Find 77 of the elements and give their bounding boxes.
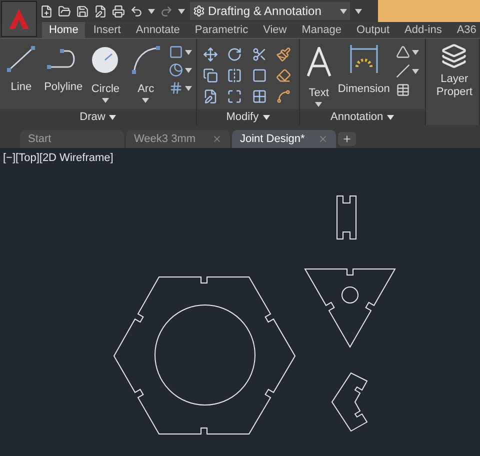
ribbon-tab[interactable]: Output [350, 22, 397, 38]
quick-access-icon[interactable] [40, 4, 53, 18]
panel-title[interactable]: Draw [80, 108, 106, 126]
document-tab[interactable]: Week3 3mm [126, 130, 230, 148]
caret-icon[interactable] [148, 8, 155, 14]
caret-icon[interactable] [109, 114, 116, 120]
tool-label[interactable]: Layer [440, 73, 468, 86]
tool-label[interactable]: Polyline [44, 79, 83, 96]
modify-tool-icon[interactable] [227, 89, 242, 104]
text-a-icon[interactable] [306, 47, 332, 77]
ribbon-tab[interactable]: A36 [450, 22, 480, 38]
redo-icon[interactable] [160, 4, 173, 18]
quick-access-icon[interactable] [112, 4, 125, 18]
workspace-dropdown[interactable]: Drafting & Annotation [190, 2, 350, 20]
caret-icon[interactable] [184, 50, 192, 54]
quick-access-icon[interactable] [94, 4, 107, 18]
tool-label[interactable]: Circle [91, 81, 120, 98]
modify-tool-icon[interactable] [203, 68, 218, 83]
app-logo-icon [8, 8, 30, 30]
tool-label[interactable]: Line [10, 79, 32, 96]
caret-icon[interactable] [387, 114, 394, 120]
caret-icon[interactable] [184, 68, 192, 72]
plus-icon [342, 134, 352, 144]
ribbon-tab[interactable]: Manage [294, 22, 349, 38]
draw-tool-icon[interactable] [168, 45, 183, 59]
modify-tool-icon[interactable] [276, 89, 292, 104]
quick-access-icon[interactable] [58, 4, 71, 18]
modify-tool-icon[interactable] [203, 89, 218, 104]
modify-tool-icon[interactable] [252, 68, 267, 83]
modify-tool-icon[interactable] [276, 68, 292, 83]
ribbon-tab[interactable]: Parametric [188, 22, 256, 38]
modify-tool-icon[interactable] [203, 47, 218, 62]
ribbon-tab[interactable]: View [256, 22, 294, 38]
tool-label[interactable]: Dimension [338, 81, 390, 98]
close-icon[interactable] [212, 134, 222, 144]
caret-icon[interactable] [178, 8, 185, 14]
modify-tool-icon[interactable] [276, 47, 292, 62]
caret-icon[interactable] [340, 8, 347, 14]
modify-tool-icon[interactable] [252, 47, 267, 62]
dimension-icon[interactable] [348, 43, 380, 75]
small-circle-hole [342, 286, 358, 304]
caret-icon[interactable] [262, 114, 270, 120]
ribbon-tab[interactable]: Annotate [128, 22, 187, 38]
gear-icon [193, 5, 205, 17]
document-tab[interactable]: Start [20, 130, 124, 148]
ribbon-tab[interactable]: Home [42, 22, 86, 38]
caret-icon[interactable] [315, 102, 322, 106]
document-tab[interactable]: Joint Design* [232, 130, 336, 148]
annotation-tool-icon[interactable] [396, 83, 410, 97]
modify-tool-icon[interactable] [227, 68, 242, 83]
caret-icon[interactable] [184, 86, 192, 90]
arc-icon[interactable] [130, 45, 161, 75]
caret-icon[interactable] [142, 98, 150, 102]
caret-icon[interactable] [355, 8, 362, 14]
caret-icon[interactable] [412, 68, 419, 74]
circle-icon[interactable] [90, 45, 120, 75]
tool-label[interactable]: Arc [138, 81, 154, 98]
ribbon-tab[interactable]: Add-ins [398, 22, 449, 38]
line-icon[interactable] [6, 45, 36, 73]
modify-tool-icon[interactable] [227, 47, 242, 62]
tool-label[interactable]: Text [308, 85, 329, 102]
tool-label[interactable]: Propert [436, 86, 472, 99]
ribbon-tab[interactable]: Insert [86, 22, 128, 38]
caret-icon[interactable] [412, 50, 419, 54]
quick-access-icon[interactable] [76, 4, 89, 18]
annotation-tool-icon[interactable] [396, 45, 410, 59]
draw-tool-icon[interactable] [168, 81, 183, 95]
new-tab-button[interactable] [338, 132, 356, 146]
layers-icon[interactable] [441, 43, 468, 69]
angled-bracket-part [331, 372, 368, 432]
draw-tool-icon[interactable] [168, 63, 183, 77]
viewport-label[interactable]: [−][Top][2D Wireframe] [3, 150, 114, 166]
caret-icon[interactable] [102, 98, 109, 102]
modify-tool-icon[interactable] [252, 89, 267, 104]
h-shaped-part [336, 196, 356, 240]
annotation-tool-icon[interactable] [396, 64, 410, 78]
undo-icon[interactable] [130, 4, 143, 18]
